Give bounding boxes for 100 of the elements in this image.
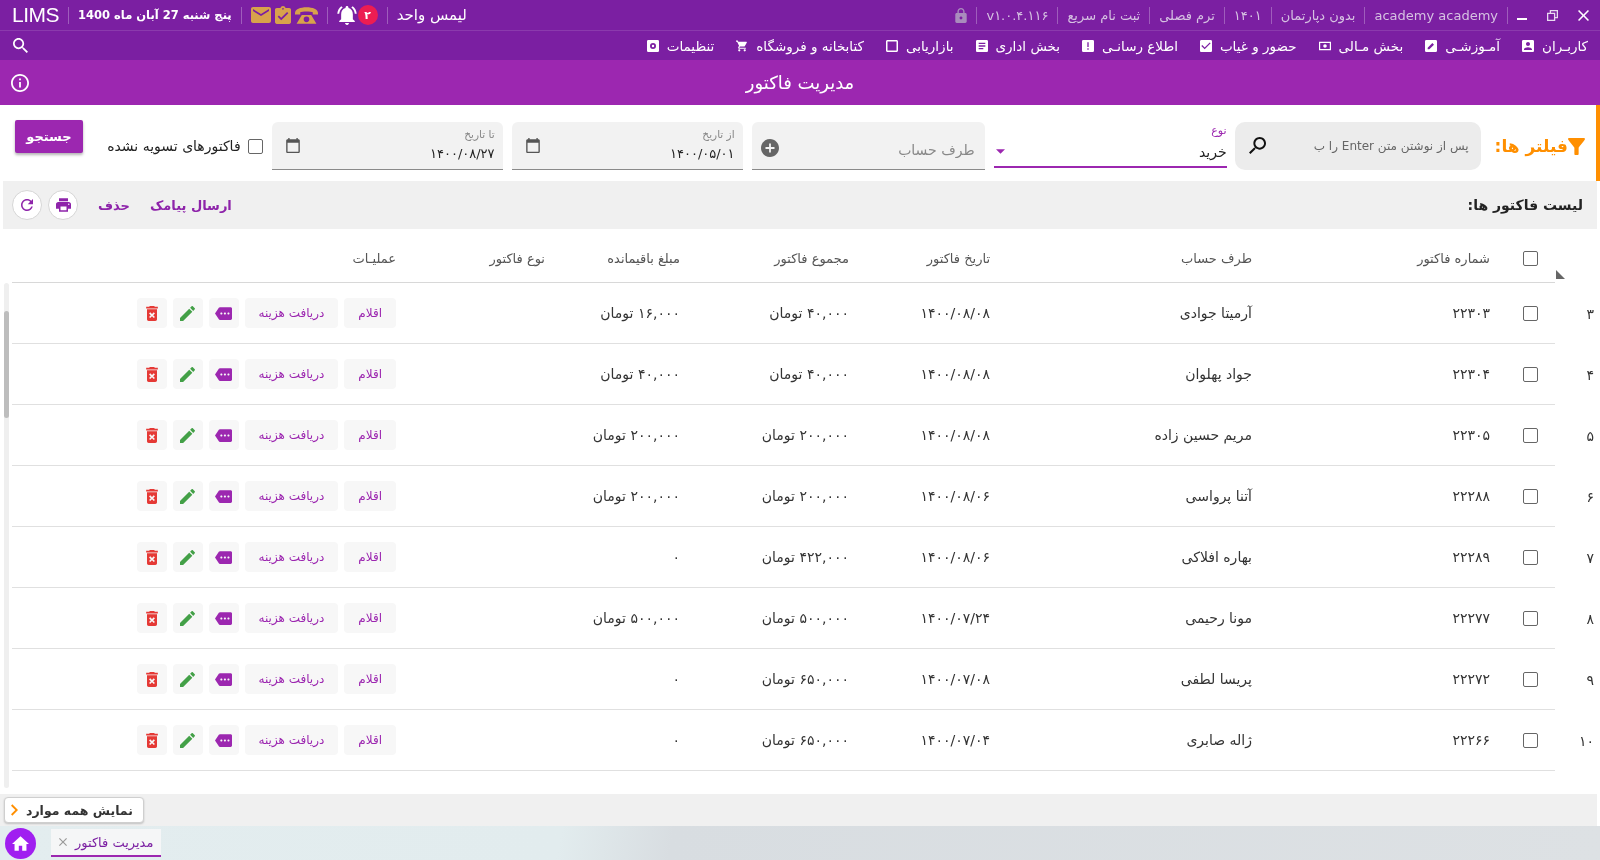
menu-item[interactable]: کاربـران [1522,37,1588,54]
payment-button[interactable]: دریافت هزینه [244,603,339,633]
menu-item[interactable]: کتابخانه و فروشگاه [736,37,864,54]
lock-icon[interactable] [955,7,968,23]
home-button[interactable] [5,827,36,859]
account-field[interactable]: طرف حساب [751,122,985,170]
delete-button[interactable] [136,481,167,511]
menu-item[interactable]: بازاریابی [885,37,954,54]
mail-icon[interactable] [250,7,271,23]
more-button[interactable] [208,481,239,511]
print-button[interactable] [48,190,78,220]
menu-item[interactable]: آمـوزشـی [1425,37,1501,54]
items-button[interactable]: اقلام [344,725,396,755]
scrollbar-thumb[interactable] [3,311,9,418]
delete-button[interactable] [136,420,167,450]
more-button[interactable] [208,603,239,633]
menu-item[interactable]: بخش مـالی [1318,37,1404,54]
more-button[interactable] [208,725,239,755]
checkbox[interactable] [1522,427,1538,443]
delete-button[interactable] [136,298,167,328]
menu-item[interactable]: حضور و غیاب [1199,37,1297,54]
payment-button[interactable]: دریافت هزینه [244,420,339,450]
telephone-icon[interactable] [294,6,318,24]
row-number: ۴ [1586,366,1594,383]
calendar-icon[interactable] [525,138,540,153]
add-icon[interactable] [760,139,779,157]
edit-button[interactable] [172,542,203,572]
items-button[interactable]: اقلام [344,420,396,450]
items-button[interactable]: اقلام [344,359,396,389]
search-field[interactable]: پس از نوشتن متن Enter را ب [1234,122,1481,170]
checkbox[interactable] [1522,732,1538,748]
remaining-amount: ۱۶,۰۰۰ تومان [600,305,680,321]
search-icon[interactable] [1248,137,1266,154]
delete-button[interactable] [136,725,167,755]
edit-button[interactable] [172,298,203,328]
edit-button[interactable] [172,664,203,694]
items-button[interactable]: اقلام [344,603,396,633]
more-button[interactable] [208,359,239,389]
bell-icon[interactable] [336,5,357,25]
show-all-button[interactable]: نمایش همه موارد [4,797,144,823]
checkbox[interactable] [1522,488,1538,504]
checkbox[interactable] [1522,251,1538,266]
more-button[interactable] [208,664,239,694]
payment-button[interactable]: دریافت هزینه [244,664,339,694]
edit-button[interactable] [172,420,203,450]
menu-item[interactable]: بخش اداری [975,37,1061,54]
calendar-icon[interactable] [285,138,300,153]
pencil-icon [180,305,195,321]
column-header: تاریخ فاکتور [926,251,990,266]
checkbox[interactable] [1522,671,1538,687]
restore-icon[interactable] [1547,9,1558,21]
checkbox[interactable] [1522,366,1538,382]
app-logo: LIMS [12,3,59,27]
checkbox[interactable] [247,138,263,154]
delete-button[interactable] [136,664,167,694]
title-info-text: ثبت نام سریع [1067,7,1141,23]
remaining-amount: ۰ [672,732,680,748]
payment-button[interactable]: دریافت هزینه [244,359,339,389]
account-name: ژاله صابری [1186,732,1252,748]
delete-button[interactable] [136,359,167,389]
invoice-date: ۱۴۰۰/۰۸/۰۸ [920,305,990,321]
search-button[interactable]: جستجو [15,120,83,153]
edit-button[interactable] [172,359,203,389]
account-name: بهاره افلاکی [1181,549,1252,565]
items-button[interactable]: اقلام [344,542,396,572]
toolbar-link[interactable]: حذف [98,197,130,213]
refresh-icon [21,199,33,211]
info-icon[interactable] [11,73,29,92]
page-title: مدیریت فاکتور [745,72,855,93]
taskbar-tab[interactable]: مدیریت فاکتور [51,829,162,857]
menu-item[interactable]: اطلاع رسانـی [1082,37,1178,54]
search-icon[interactable] [13,38,28,53]
refresh-button[interactable] [12,190,42,220]
payment-button[interactable]: دریافت هزینه [244,542,339,572]
checkbox[interactable] [1522,305,1538,321]
payment-button[interactable]: دریافت هزینه [244,725,339,755]
edit-button[interactable] [172,725,203,755]
type-select[interactable]: نوع خرید [993,124,1227,168]
tag-dots-icon [215,428,232,442]
payment-button[interactable]: دریافت هزینه [244,481,339,511]
invoice-date: ۱۴۰۰/۰۷/۰۸ [920,671,990,687]
more-button[interactable] [208,298,239,328]
toolbar-link[interactable]: ارسال پیامک [150,197,232,213]
items-button[interactable]: اقلام [344,298,396,328]
delete-button[interactable] [136,603,167,633]
more-button[interactable] [208,542,239,572]
clipboard-check-icon[interactable] [274,6,291,24]
row-number: ۸ [1586,610,1594,627]
menu-item[interactable]: تنظیمات [646,37,715,54]
items-button[interactable]: اقلام [344,481,396,511]
delete-button[interactable] [136,542,167,572]
checkbox[interactable] [1522,549,1538,565]
checkbox[interactable] [1522,610,1538,626]
edit-button[interactable] [172,603,203,633]
payment-button[interactable]: دریافت هزینه [244,298,339,328]
scrollbar-track[interactable] [3,283,9,788]
close-icon[interactable] [1578,9,1589,21]
edit-button[interactable] [172,481,203,511]
more-button[interactable] [208,420,239,450]
items-button[interactable]: اقلام [344,664,396,694]
